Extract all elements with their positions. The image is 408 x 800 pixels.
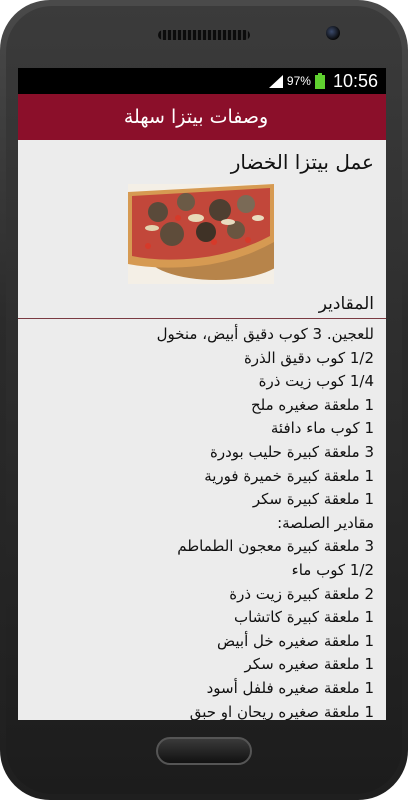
ingredient-line: مقادير الصلصة: [277,513,374,532]
ingredient-line: 1 ملعقة صغيره خل أبيض [217,631,374,650]
ingredient-line: 1 ملعقة كبيرة سكر [252,490,374,509]
recipe-title: عمل بيتزا الخضار [230,150,374,174]
pizza-image [128,184,274,284]
divider [18,318,386,319]
ingredient-line: 2 ملعقة كبيرة زيت ذرة [229,584,374,603]
recipe-content[interactable]: عمل بيتزا الخضار المقادير للعجين. 3 كوب … [18,140,386,720]
ingredients-heading: المقادير [318,294,374,314]
battery-percentage: 97% [286,74,311,88]
ingredient-line: 1/2 كوب دقيق الذرة [243,348,374,367]
ingredient-line: 3 ملعقة كبيرة حليب بودرة [209,442,374,461]
signal-icon [268,74,283,88]
app-bar: وصفات بيتزا سهلة [18,94,386,140]
ingredients-list: للعجين. 3 كوب دقيق أبيض، منخول 1/2 كوب د… [28,323,374,720]
ingredient-line: 1 ملعقة كبيرة خميرة فورية [204,466,374,485]
ingredient-line: 1 ملعقة صغيره ملح [250,395,374,414]
screen: 97% 10:56 وصفات بيتزا سهلة عمل بيتزا الخ… [18,68,386,720]
ingredient-line: 1 ملعقة صغيره سكر [244,655,374,674]
ingredient-line: 1 ملعقة صغيره فلفل أسود [206,678,374,697]
ingredient-line: 3 ملعقة كبيرة معجون الطماطم [177,537,374,556]
status-bar: 97% 10:56 [18,68,386,94]
phone-frame: 97% 10:56 وصفات بيتزا سهلة عمل بيتزا الخ… [0,0,408,800]
earpiece-speaker [158,30,250,40]
ingredient-line: 1 ملعقة كبيرة كاتشاب [233,608,374,627]
front-camera [326,26,340,40]
ingredient-line: 1 كوب ماء دافئة [270,419,374,438]
ingredient-line: 1 ملعقة صغيره ريحان او حبق [189,702,374,721]
home-button[interactable] [156,737,252,765]
clock: 10:56 [332,70,378,91]
ingredient-line: للعجين. 3 كوب دقيق أبيض، منخول [156,325,374,343]
ingredient-line: 1/2 كوب ماء [291,560,374,579]
ingredient-line: 1/4 كوب زيت ذرة [258,372,374,391]
app-title: وصفات بيتزا سهلة [123,106,269,128]
battery-icon [314,73,325,89]
